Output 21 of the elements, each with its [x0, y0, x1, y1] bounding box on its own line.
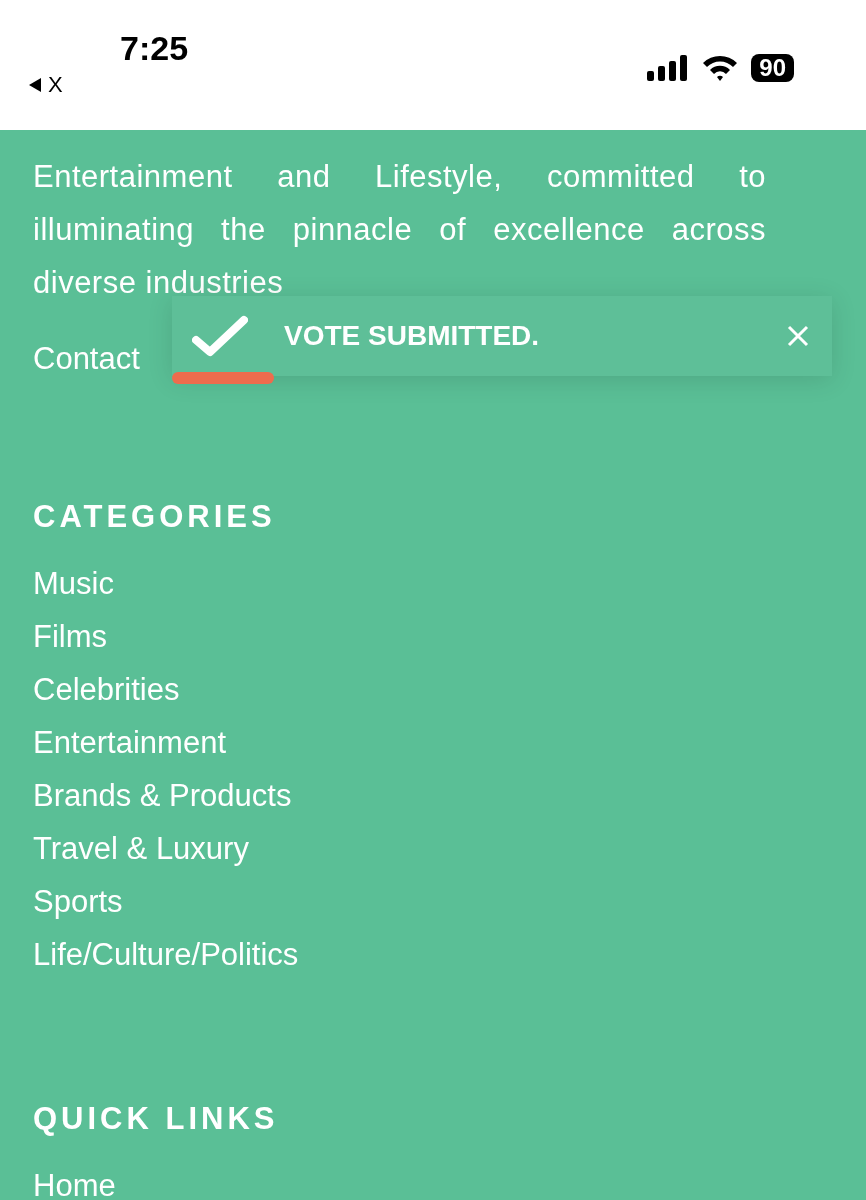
section-heading: QUICK LINKS [33, 1100, 280, 1138]
section-heading: CATEGORIES [33, 498, 277, 536]
toast-message: VOTE SUBMITTED. [284, 320, 541, 352]
footer-link[interactable]: Contact [33, 339, 140, 379]
footer-link[interactable]: Celebrities [33, 663, 180, 716]
footer-link[interactable]: Life/Culture/Politics [33, 928, 299, 981]
signal-icon [647, 55, 690, 81]
battery-indicator: 90 [751, 54, 794, 82]
about-paragraph: Entertainment and Lifestyle, committed to illuminating the pinnacle of excellence across diverse industries [33, 158, 766, 302]
footer-link[interactable]: Brands & Products [33, 769, 292, 822]
clock-time: 7:25 [120, 30, 189, 66]
footer-link[interactable]: Films [33, 610, 108, 663]
back-app-label[interactable]: X [48, 72, 63, 98]
footer-link[interactable]: Music [33, 557, 114, 610]
check-icon [192, 314, 248, 358]
footer-link[interactable]: Travel & Luxury [33, 822, 249, 875]
footer-link[interactable]: Entertainment [33, 716, 226, 769]
footer-link[interactable]: Sports [33, 875, 123, 928]
footer-link[interactable]: Home [33, 1159, 116, 1200]
back-triangle-icon[interactable] [28, 77, 42, 93]
wifi-icon [701, 54, 740, 82]
